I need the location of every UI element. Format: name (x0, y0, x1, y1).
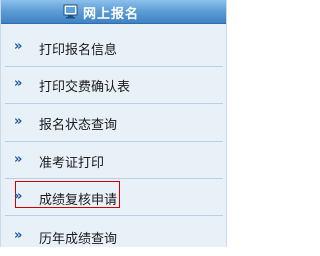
menu-item-registration-status[interactable]: » 报名状态查询 (1, 106, 226, 142)
double-chevron-icon: » (14, 152, 23, 167)
divider (5, 66, 223, 67)
divider (5, 215, 223, 216)
menu-item-label[interactable]: 历年成绩查询 (39, 228, 117, 247)
double-chevron-icon: » (14, 228, 23, 243)
menu-item-label[interactable]: 打印报名信息 (39, 39, 117, 58)
online-registration-panel: 网上报名 » 打印报名信息 » 打印交费确认表 » 报名状态查询 » 准考证打印… (0, 0, 227, 247)
menu-item-label[interactable]: 打印交费确认表 (39, 76, 130, 95)
menu-item-print-admission-ticket[interactable]: » 准考证打印 (1, 144, 226, 180)
menu-item-print-fee-confirmation[interactable]: » 打印交费确认表 (1, 68, 226, 104)
menu-item-past-scores-query[interactable]: » 历年成绩查询 (1, 220, 226, 256)
double-chevron-icon: » (14, 114, 23, 129)
divider (5, 103, 223, 104)
double-chevron-icon: » (14, 39, 23, 54)
divider (5, 178, 223, 179)
panel-header: 网上报名 (1, 0, 226, 24)
menu-item-label[interactable]: 报名状态查询 (39, 114, 117, 133)
panel-title: 网上报名 (83, 7, 140, 22)
monitor-icon (63, 4, 78, 19)
divider (5, 141, 223, 142)
menu-item-score-review-application[interactable]: » 成绩复核申请 (1, 181, 226, 217)
double-chevron-icon: » (14, 189, 23, 204)
double-chevron-icon: » (14, 76, 23, 91)
menu-item-label[interactable]: 准考证打印 (39, 152, 104, 171)
menu-item-label[interactable]: 成绩复核申请 (39, 189, 117, 208)
menu-item-print-registration-info[interactable]: » 打印报名信息 (1, 31, 226, 67)
